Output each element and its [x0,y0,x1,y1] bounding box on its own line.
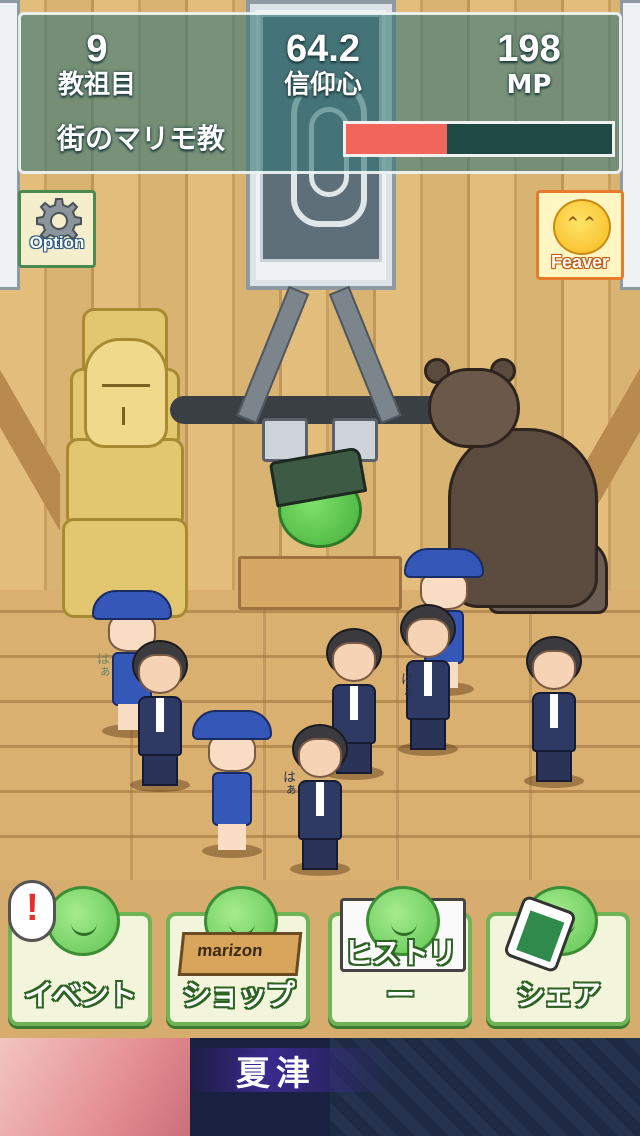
marimo-holder [236,285,402,470]
marimo-mascot-icon [46,886,120,956]
history-label: ヒストリー [343,936,457,1012]
stat-label: 教祖目 [57,70,136,100]
history-button[interactable]: ヒストリー [328,886,472,1026]
banner-character-art [0,1038,190,1136]
stat-label: MP [506,70,552,100]
religion-name: 街のマリモ教 [57,122,226,155]
follower-man [284,724,354,876]
bottom-menu: イベント ! marizon ショップ ヒストリー シェア [0,880,640,1038]
stat-generation: 9 教祖目 [7,29,187,101]
marimo-idol[interactable] [268,446,368,548]
stat-mp: 198 MP [439,29,619,101]
altar-block [238,556,402,610]
stat-value: 198 [497,28,561,70]
wood-beam-left [0,320,60,600]
shop-button[interactable]: marizon ショップ [166,886,310,1026]
stat-value: 64.2 [286,28,360,70]
follower-speech: はぁ [94,652,109,678]
faith-progress-bar [343,121,615,157]
share-button[interactable]: シェア [486,886,630,1026]
banner-title: 夏津 [236,1054,316,1094]
follower-man [124,640,194,792]
box-label: marizon [196,941,264,960]
follower-speech: はぁ [280,770,295,796]
option-label: Option [29,233,85,252]
follower-man [518,636,588,788]
follower-speech: はぁ [398,672,413,698]
box-icon: marizon [177,932,303,976]
alert-mark: ! [26,887,39,929]
share-label: シェア [515,978,601,1012]
straw-totem-statue [62,308,188,618]
status-panel: 9 教祖目 64.2 信仰心 198 MP 街のマリモ教 [18,12,622,174]
option-button[interactable]: Option [18,190,96,268]
sun-mascot-icon [553,199,611,255]
ad-banner[interactable]: 夏津 [0,1038,640,1136]
stat-faith: 64.2 信仰心 [233,29,413,101]
shop-label: ショップ [181,978,295,1012]
alert-badge-icon: ! [8,880,56,942]
stat-label: 信仰心 [283,70,362,100]
follower-girl [192,710,272,860]
feaver-button[interactable]: Feaver [536,190,624,280]
stat-value: 9 [86,28,108,70]
event-label: イベント [23,978,137,1012]
progress-fill [346,124,448,154]
feaver-label: Feaver [550,252,610,272]
